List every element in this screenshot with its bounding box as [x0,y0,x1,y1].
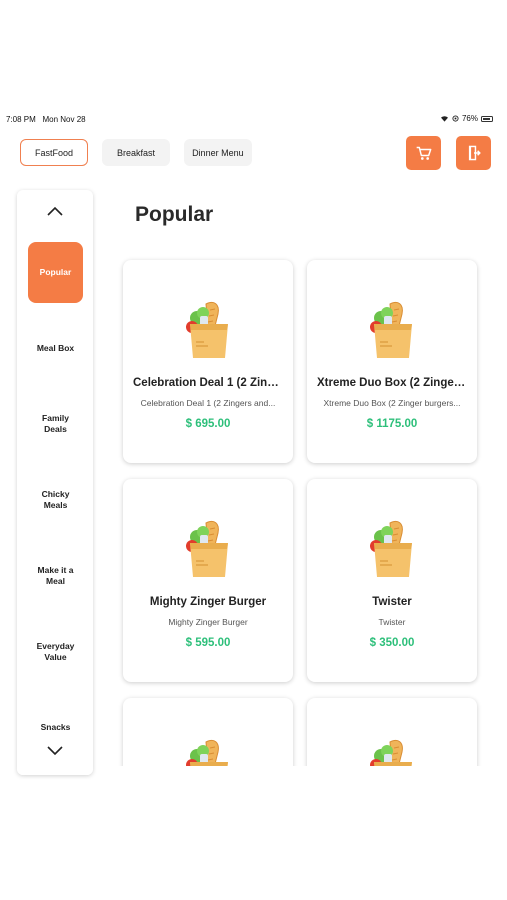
sidebar-item-make-it-a-meal[interactable]: Make it a Meal [35,565,76,587]
status-indicators: 76% [440,114,493,123]
product-card[interactable]: Xtreme Duo Box (2 Zinger burgers... Xtre… [307,260,477,463]
cart-icon [416,146,431,160]
date-text: Mon Nov 28 [42,115,86,124]
chevron-down-icon [47,746,63,756]
category-label: Family Deals [42,413,69,434]
wifi-icon [440,116,448,122]
product-name: Xtreme Duo Box (2 Zinger burgers... [317,377,467,389]
grocery-bag-icon [370,520,412,577]
product-card[interactable]: Twister Twister $ 350.00 [307,479,477,682]
status-bar: 7:08 PM Mon Nov 28 76% [0,112,507,128]
product-card[interactable] [307,698,477,766]
category-label: Popular [39,267,72,277]
category-label: Everyday Value [36,641,75,662]
category-label: Snacks [40,722,71,732]
tab-label: FastFood [35,147,74,158]
sidebar-item-everyday-value[interactable]: Everyday Value [31,641,80,663]
grocery-bag-icon [186,739,228,766]
product-grid: Celebration Deal 1 (2 Zingers and... Cel… [115,246,487,766]
category-label: Make it a Meal [37,565,74,586]
sidebar-item-popular[interactable]: Popular [28,242,83,303]
menu-tabs: FastFood Breakfast Dinner Menu [20,139,252,166]
tab-label: Breakfast [117,147,156,158]
product-image [368,300,418,360]
grocery-bag-icon [370,301,412,358]
category-sidebar: Popular Meal Box Family Deals Chicky Mea… [17,190,93,775]
cart-button[interactable] [406,136,441,170]
product-card[interactable] [123,698,293,766]
scroll-up-button[interactable] [17,206,93,216]
product-description: Xtreme Duo Box (2 Zinger burgers... [323,398,461,408]
tab-fastfood[interactable]: FastFood [20,139,89,166]
product-card[interactable]: Mighty Zinger Burger Mighty Zinger Burge… [123,479,293,682]
product-name: Celebration Deal 1 (2 Zingers and... [133,377,283,389]
product-image [368,738,418,766]
time-text: 7:08 PM [6,115,36,124]
page-title: Popular [135,203,214,226]
product-image [184,738,234,766]
sidebar-item-family-deals[interactable]: Family Deals [35,413,76,435]
product-description: Mighty Zinger Burger [168,617,248,627]
logout-button[interactable] [456,136,491,170]
sidebar-item-meal-box[interactable]: Meal Box [28,343,83,354]
product-price: $ 1175.00 [366,418,418,430]
scroll-down-button[interactable] [17,746,93,775]
grocery-bag-icon [370,739,412,766]
sidebar-item-chicky-meals[interactable]: Chicky Meals [35,489,76,511]
product-price: $ 350.00 [369,637,415,649]
logout-icon [468,145,481,161]
chevron-up-icon [47,206,63,216]
category-label: Chicky Meals [41,489,70,510]
tab-label: Dinner Menu [192,147,244,158]
tab-breakfast[interactable]: Breakfast [102,139,171,166]
grocery-bag-icon [186,301,228,358]
product-image [184,519,234,579]
category-label: Meal Box [36,343,75,353]
tab-dinner-menu[interactable]: Dinner Menu [184,139,252,166]
product-name: Twister [372,596,412,608]
product-description: Celebration Deal 1 (2 Zingers and... [140,398,276,408]
grocery-bag-icon [186,520,228,577]
battery-percent: 76% [461,114,478,123]
product-image [184,300,234,360]
status-time: 7:08 PM Mon Nov 28 [6,115,86,124]
product-price: $ 695.00 [185,418,231,430]
sidebar-item-snacks[interactable]: Snacks [28,722,83,733]
product-description: Twister [378,617,406,627]
product-image [368,519,418,579]
product-card[interactable]: Celebration Deal 1 (2 Zingers and... Cel… [123,260,293,463]
product-name: Mighty Zinger Burger [149,596,267,608]
product-price: $ 595.00 [185,637,231,649]
orientation-lock-icon [452,115,459,122]
battery-icon [481,115,493,122]
